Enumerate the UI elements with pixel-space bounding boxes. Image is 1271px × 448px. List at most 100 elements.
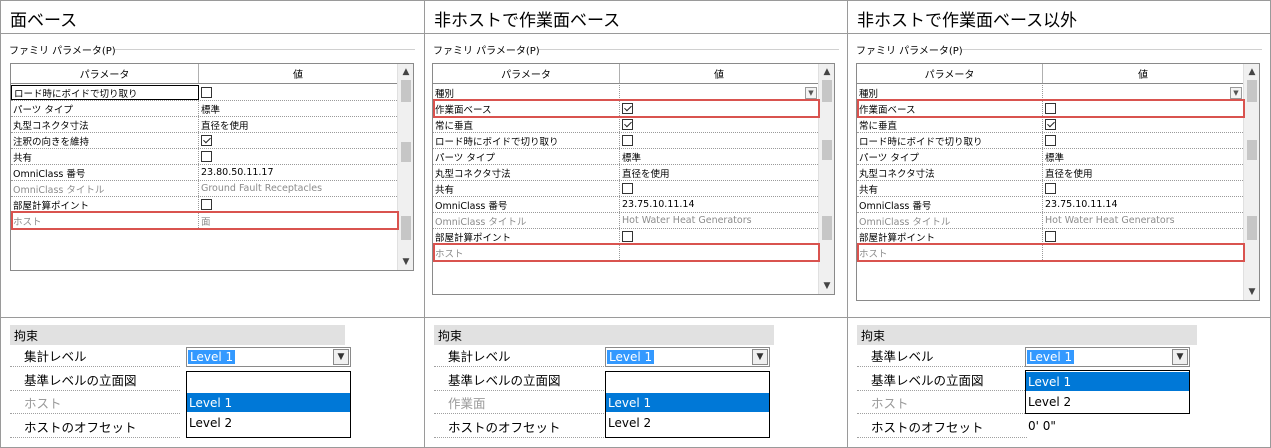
param-name: 共有: [857, 181, 1043, 196]
param-value[interactable]: [199, 197, 397, 212]
constraint-row-divider: [434, 413, 604, 414]
level-dropdown-list[interactable]: Level 1 Level 2: [605, 371, 770, 438]
table-row[interactable]: 共有: [433, 181, 818, 197]
table-row[interactable]: ロード時にボイドで切り取り: [11, 85, 397, 101]
table-row[interactable]: 丸型コネクタ寸法 直径を使用: [11, 117, 397, 133]
table-row[interactable]: パーツ タイプ 標準: [857, 149, 1243, 165]
param-value[interactable]: 直径を使用: [620, 165, 818, 180]
table-row[interactable]: 常に垂直: [433, 117, 818, 133]
param-value[interactable]: Ground Fault Receptacles: [199, 181, 397, 196]
scroll-up-icon[interactable]: ▲: [1244, 64, 1260, 80]
level-combobox[interactable]: Level 1 ▼: [1025, 347, 1190, 367]
chevron-down-icon[interactable]: ▼: [333, 349, 349, 365]
scroll-track-segment: [401, 80, 411, 102]
scroll-up-icon[interactable]: ▲: [819, 64, 835, 80]
table-row[interactable]: パーツ タイプ 標準: [433, 149, 818, 165]
param-value[interactable]: [1043, 181, 1243, 196]
column-header-parameter[interactable]: パラメータ: [857, 64, 1043, 83]
table-row[interactable]: 共有: [857, 181, 1243, 197]
dropdown-arrow-icon[interactable]: ▼: [1230, 86, 1242, 99]
scroll-up-icon[interactable]: ▲: [398, 64, 414, 80]
column-header-parameter[interactable]: パラメータ: [433, 64, 620, 83]
column-header-value[interactable]: 値: [620, 64, 818, 83]
checkbox-unchecked[interactable]: [201, 199, 212, 210]
chevron-down-icon[interactable]: ▼: [752, 349, 768, 365]
vertical-scrollbar[interactable]: ▲ ▼: [818, 64, 834, 294]
checkbox-unchecked[interactable]: [622, 135, 633, 146]
chevron-down-icon[interactable]: ▼: [1172, 349, 1188, 365]
table-row[interactable]: パーツ タイプ 標準: [11, 101, 397, 117]
table-row[interactable]: 注釈の向きを維持: [11, 133, 397, 149]
param-value[interactable]: 23.75.10.11.14: [620, 197, 818, 212]
dropdown-option[interactable]: Level 1: [606, 393, 769, 412]
param-value[interactable]: [620, 229, 818, 244]
param-value[interactable]: [620, 181, 818, 196]
dropdown-option[interactable]: Level 1: [187, 393, 350, 412]
scroll-down-icon[interactable]: ▼: [398, 254, 414, 270]
table-row[interactable]: OmniClass 番号 23.75.10.11.14: [857, 197, 1243, 213]
vertical-scrollbar[interactable]: ▲ ▼: [397, 64, 413, 270]
param-value[interactable]: 標準: [1043, 149, 1243, 164]
scroll-down-icon[interactable]: ▼: [819, 278, 835, 294]
scroll-down-icon[interactable]: ▼: [1244, 284, 1260, 300]
table-row[interactable]: OmniClass タイトル Ground Fault Receptacles: [11, 181, 397, 197]
column-header-value[interactable]: 値: [1043, 64, 1243, 83]
column-header-value[interactable]: 値: [199, 64, 397, 83]
param-value[interactable]: Hot Water Heat Generators: [1043, 213, 1243, 228]
checkbox-unchecked[interactable]: [201, 151, 212, 162]
param-value[interactable]: [1043, 117, 1243, 132]
param-value[interactable]: [620, 133, 818, 148]
scroll-thumb[interactable]: [1247, 140, 1257, 160]
column-header-parameter[interactable]: パラメータ: [11, 64, 199, 83]
param-value[interactable]: ▼: [620, 85, 818, 100]
dropdown-option[interactable]: Level 2: [1026, 392, 1189, 411]
level-combobox[interactable]: Level 1 ▼: [605, 347, 770, 367]
checkbox-unchecked[interactable]: [1045, 231, 1056, 242]
table-row[interactable]: OmniClass タイトル Hot Water Heat Generators: [857, 213, 1243, 229]
checkbox-checked[interactable]: [622, 119, 633, 130]
param-value[interactable]: 標準: [620, 149, 818, 164]
table-row[interactable]: ロード時にボイドで切り取り: [857, 133, 1243, 149]
table-row[interactable]: 常に垂直: [857, 117, 1243, 133]
table-row[interactable]: 丸型コネクタ寸法 直径を使用: [433, 165, 818, 181]
vertical-scrollbar[interactable]: ▲ ▼: [1243, 64, 1259, 300]
param-value[interactable]: 直径を使用: [1043, 165, 1243, 180]
checkbox-unchecked[interactable]: [622, 231, 633, 242]
dropdown-option[interactable]: Level 1: [1026, 372, 1189, 391]
dropdown-arrow-icon[interactable]: ▼: [805, 86, 817, 99]
param-value[interactable]: Hot Water Heat Generators: [620, 213, 818, 228]
param-value[interactable]: 23.75.10.11.14: [1043, 197, 1243, 212]
table-row[interactable]: ロード時にボイドで切り取り: [433, 133, 818, 149]
param-name: 種別: [433, 85, 620, 100]
param-value[interactable]: 標準: [199, 101, 397, 116]
checkbox-checked[interactable]: [1045, 119, 1056, 130]
scroll-thumb[interactable]: [401, 142, 411, 162]
param-value[interactable]: 23.80.50.11.17: [199, 165, 397, 180]
table-row[interactable]: 丸型コネクタ寸法 直径を使用: [857, 165, 1243, 181]
param-value[interactable]: ▼: [1043, 85, 1243, 100]
level-combobox[interactable]: Level 1 ▼: [186, 347, 351, 367]
param-value[interactable]: [1043, 229, 1243, 244]
table-row[interactable]: OmniClass 番号 23.80.50.11.17: [11, 165, 397, 181]
param-value[interactable]: 直径を使用: [199, 117, 397, 132]
checkbox-unchecked[interactable]: [201, 87, 212, 98]
param-value[interactable]: [199, 149, 397, 164]
scroll-thumb[interactable]: [822, 140, 832, 160]
offset-value[interactable]: 0' 0": [1028, 419, 1056, 433]
dropdown-option[interactable]: Level 2: [187, 413, 350, 432]
checkbox-unchecked[interactable]: [1045, 183, 1056, 194]
checkbox-unchecked[interactable]: [1045, 135, 1056, 146]
param-value[interactable]: [620, 117, 818, 132]
param-value[interactable]: [199, 133, 397, 148]
table-row[interactable]: OmniClass タイトル Hot Water Heat Generators: [433, 213, 818, 229]
level-dropdown-list[interactable]: Level 1 Level 2: [1025, 370, 1190, 414]
dropdown-option[interactable]: Level 2: [606, 413, 769, 432]
checkbox-checked[interactable]: [201, 135, 212, 146]
checkbox-unchecked[interactable]: [622, 183, 633, 194]
level-dropdown-list[interactable]: Level 1 Level 2: [186, 371, 351, 438]
param-value[interactable]: [1043, 133, 1243, 148]
param-value[interactable]: [199, 85, 397, 100]
scroll-track-segment: [1247, 80, 1257, 102]
table-row[interactable]: 共有: [11, 149, 397, 165]
table-row[interactable]: OmniClass 番号 23.75.10.11.14: [433, 197, 818, 213]
